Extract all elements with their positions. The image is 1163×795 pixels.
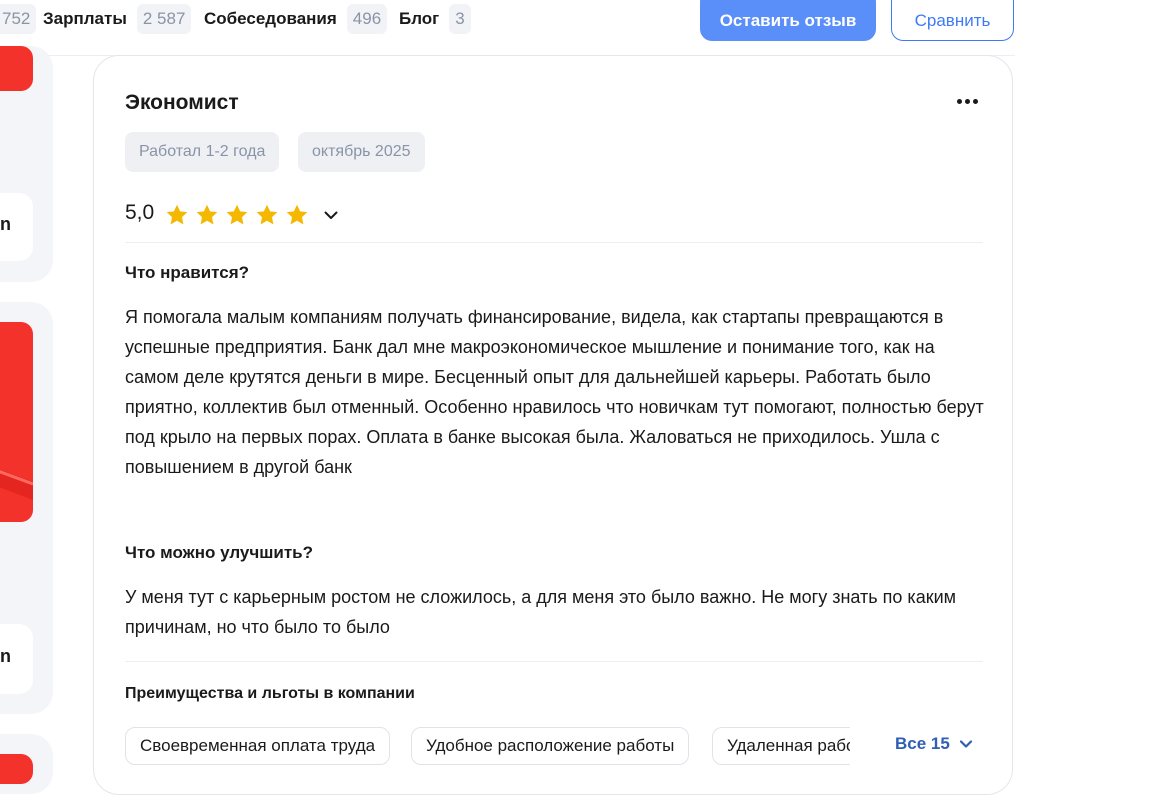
divider [125,242,983,243]
improve-heading: Что можно улучшить? [125,543,314,562]
stripe-icon [0,469,33,500]
show-all-label: Все 15 [895,734,950,753]
side-text-fragment: n [0,646,11,666]
star-icon [226,204,248,225]
benefits-heading: Преимущества и льготы в компании [125,685,415,702]
chevron-down-icon[interactable] [322,206,340,224]
likes-heading: Что нравится? [125,263,250,282]
leave-review-button[interactable]: Оставить отзыв [700,0,876,41]
chevron-down-icon [959,740,972,748]
tab-count: 496 [346,4,388,34]
tab-label: Зарплаты [43,9,127,28]
show-all-benefits-button[interactable]: Все 15 [895,734,974,754]
rating-stars [164,202,310,228]
improve-text: У меня тут с карьерным ростом не сложило… [125,587,957,637]
promo-banner[interactable] [0,754,33,784]
company-tabs: 752 Зарплаты 2 587 Собеседования 496 Бло… [0,0,1015,56]
left-sidebar: n n [0,46,53,794]
review-card: Экономист Работал 1-2 года октябрь 2025 … [93,55,1013,795]
rating-value: 5,0 [125,201,155,224]
experience-tag: Работал 1-2 года [125,132,280,172]
more-options-icon[interactable] [952,89,982,113]
tab-count: 2 587 [136,4,192,34]
tab-label: Блог [399,9,440,28]
tab-count: 3 [449,4,471,34]
tab-blog[interactable]: Блог 3 [399,4,471,34]
likes-text: Я помогала малым компаниям получать фина… [125,307,984,477]
review-position-title: Экономист [125,91,239,114]
tab-interviews[interactable]: Собеседования 496 [204,4,388,34]
side-text-fragment: n [0,214,11,234]
divider [125,661,983,662]
promo-banner[interactable] [0,322,33,522]
tab-count: 752 [0,4,37,34]
star-icon [196,204,218,225]
compare-button[interactable]: Сравнить [891,0,1014,41]
tab-label: Собеседования [204,9,337,28]
star-icon [286,204,308,225]
date-tag: октябрь 2025 [298,132,425,172]
star-icon [256,204,278,225]
tab-partial[interactable]: 752 [0,4,37,34]
star-icon [166,204,188,225]
promo-banner[interactable] [0,46,33,91]
benefit-chip[interactable]: Удаленная работа [712,727,850,765]
benefit-chip[interactable]: Своевременная оплата труда [125,727,391,765]
tab-salaries[interactable]: Зарплаты 2 587 [43,4,192,34]
benefit-chip[interactable]: Удобное расположение работы [411,727,690,765]
